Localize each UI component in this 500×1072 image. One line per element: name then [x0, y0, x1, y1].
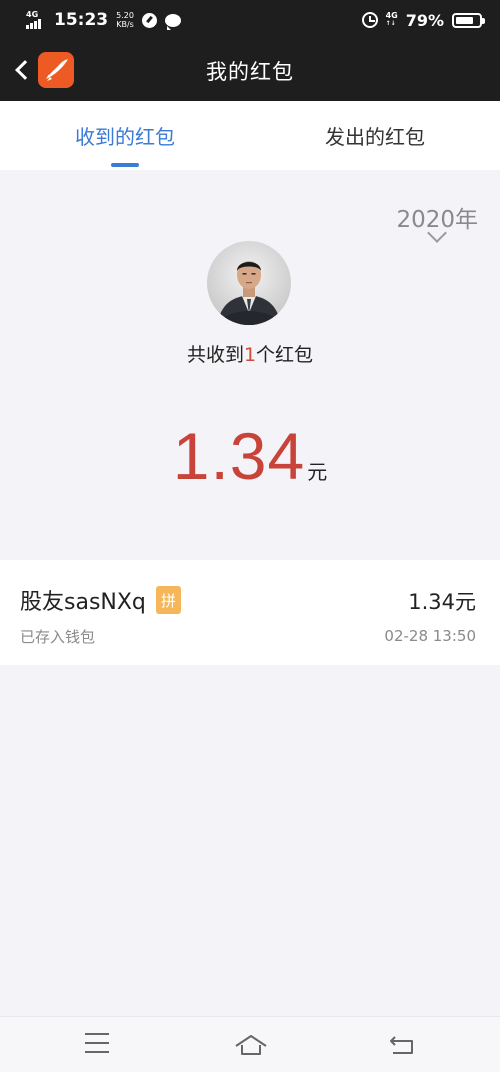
summary-section: 2020年 共收到1个红包 1.34 元 [0, 170, 500, 560]
menu-icon [85, 1033, 109, 1035]
back-nav-button[interactable] [388, 1033, 418, 1057]
back-icon [390, 1036, 413, 1054]
record-time: 02-28 13:50 [384, 627, 476, 645]
signal-icon: 4G [26, 11, 46, 29]
chat-bubble-icon [164, 13, 181, 30]
home-button[interactable] [234, 1033, 267, 1057]
compass-icon [141, 12, 157, 28]
summary-text: 共收到1个红包 [0, 340, 500, 367]
year-selector[interactable]: 2020年 [396, 200, 478, 243]
summary-suffix: 个红包 [256, 344, 314, 366]
summary-prefix: 共收到 [186, 344, 244, 366]
network-tag: 4G [26, 10, 39, 19]
status-left: 4G 15:23 5.20 KB/s [26, 10, 181, 30]
status-bar: 4G 15:23 5.20 KB/s 4G ↑↓ 79% [0, 0, 500, 40]
tab-received-label: 收到的红包 [75, 125, 175, 149]
nav-bar: 我的红包 [0, 40, 500, 101]
status-right: 4G ↑↓ 79% [361, 10, 485, 30]
avatar [207, 241, 291, 325]
status-time: 15:23 [54, 10, 109, 30]
battery-fill [456, 16, 474, 24]
network-tag-right: 4G ↑↓ [385, 11, 398, 28]
alarm-icon [361, 12, 378, 28]
back-button[interactable] [12, 56, 35, 84]
app-logo-icon[interactable] [38, 52, 74, 88]
group-badge: 拼 [155, 586, 181, 614]
home-icon [235, 1035, 267, 1055]
total-amount: 1.34 元 [0, 418, 500, 494]
record-sender: 股友sasNXq 拼 [20, 584, 181, 616]
battery-icon [452, 12, 485, 28]
record-sender-name: 股友sasNXq [20, 590, 146, 615]
tab-received[interactable]: 收到的红包 [0, 101, 250, 170]
chevron-left-icon [15, 60, 35, 80]
page-title: 我的红包 [206, 59, 294, 84]
net-speed-value: 5.20 [116, 11, 134, 20]
total-amount-value: 1.34 [172, 419, 306, 493]
total-amount-unit: 元 [307, 460, 328, 484]
net-speed-unit: KB/s [116, 20, 134, 29]
tab-sent-label: 发出的红包 [325, 125, 425, 149]
record-amount: 1.34元 [408, 590, 476, 614]
tab-bar: 收到的红包 发出的红包 [0, 101, 500, 170]
list-item[interactable]: 股友sasNXq 拼 1.34元 已存入钱包 02-28 13:50 [0, 560, 500, 665]
net-speed: 5.20 KB/s [116, 11, 134, 29]
record-status: 已存入钱包 [20, 628, 96, 646]
menu-button[interactable] [85, 1033, 115, 1057]
system-nav-bar [0, 1016, 500, 1072]
battery-percent: 79% [405, 10, 444, 30]
tab-sent[interactable]: 发出的红包 [250, 101, 500, 170]
received-count: 1 [243, 344, 257, 366]
